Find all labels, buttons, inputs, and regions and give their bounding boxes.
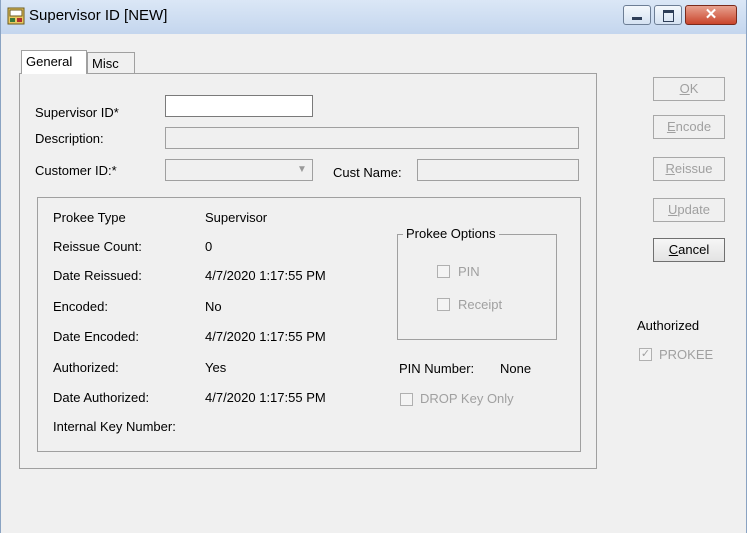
date-reissued-value: 4/7/2020 1:17:55 PM (205, 268, 326, 283)
encode-button-label: ncode (675, 119, 712, 134)
title-bar[interactable]: Supervisor ID [NEW] ✕ (1, 0, 746, 34)
pin-checkbox[interactable] (437, 265, 450, 278)
prokee-options-group (397, 234, 557, 340)
authorized-value: Yes (205, 360, 227, 375)
prokee-type-value: Supervisor (205, 210, 268, 225)
pin-number-label: PIN Number: (399, 361, 475, 376)
app-icon (7, 7, 25, 25)
tab-general[interactable]: General (21, 50, 87, 74)
update-button[interactable]: Update (653, 198, 725, 222)
prokee-checkbox[interactable]: ✓ (639, 348, 652, 361)
receipt-checkbox[interactable] (437, 298, 450, 311)
update-button-mnemonic: U (668, 202, 678, 217)
description-label: Description: (35, 131, 104, 146)
date-authorized-label: Date Authorized: (53, 390, 150, 405)
prokee-checkbox-label: PROKEE (659, 347, 714, 362)
authorized-label: Authorized: (53, 360, 119, 375)
date-encoded-label: Date Encoded: (53, 329, 140, 344)
drop-key-only-checkbox[interactable] (400, 393, 413, 406)
reissue-button[interactable]: Reissue (653, 157, 725, 181)
supervisor-id-label: Supervisor ID* (35, 105, 119, 120)
date-authorized-value: 4/7/2020 1:17:55 PM (205, 390, 326, 405)
customer-id-label: Customer ID:* (35, 163, 117, 178)
reissue-count-value: 0 (205, 239, 213, 254)
cust-name-label: Cust Name: (333, 165, 402, 180)
ok-button-mnemonic: O (679, 81, 690, 96)
description-field (165, 127, 579, 149)
cust-name-field (417, 159, 579, 181)
encoded-value: No (205, 299, 222, 314)
ok-button[interactable]: OK (653, 77, 725, 101)
authorized-section-label: Authorized (637, 318, 700, 333)
reissue-button-label: eissue (674, 161, 713, 176)
cancel-button-mnemonic: C (668, 242, 679, 257)
customer-id-combo: ▼ (165, 159, 313, 181)
drop-key-only-label: DROP Key Only (420, 391, 514, 406)
pin-number-value: None (500, 361, 532, 376)
encode-button-mnemonic: E (666, 119, 676, 134)
pin-checkbox-label: PIN (458, 264, 480, 279)
cancel-button[interactable]: Cancel (653, 238, 725, 262)
receipt-checkbox-label: Receipt (458, 297, 503, 312)
cancel-button-label: ancel (678, 242, 710, 257)
internal-key-number-label: Internal Key Number: (53, 419, 176, 434)
supervisor-id-input[interactable] (165, 95, 313, 117)
supervisor-id-window: Supervisor ID [NEW] ✕ General Misc Super… (0, 0, 747, 533)
encoded-label: Encoded: (53, 299, 108, 314)
ok-button-label: K (689, 81, 699, 96)
close-button[interactable]: ✕ (685, 5, 737, 25)
date-reissued-label: Date Reissued: (53, 268, 142, 283)
encode-button[interactable]: Encode (653, 115, 725, 139)
prokee-type-label: Prokee Type (53, 210, 126, 225)
chevron-down-icon: ▼ (297, 164, 307, 175)
window-title: Supervisor ID [NEW] (29, 7, 168, 24)
prokee-options-title: Prokee Options (403, 226, 499, 241)
date-encoded-value: 4/7/2020 1:17:55 PM (205, 329, 326, 344)
reissue-count-label: Reissue Count: (53, 239, 142, 254)
maximize-button[interactable] (654, 5, 682, 25)
close-icon: ✕ (704, 6, 718, 23)
update-button-label: pdate (677, 202, 710, 217)
tab-misc[interactable]: Misc (87, 52, 135, 74)
reissue-button-mnemonic: R (665, 161, 675, 176)
minimize-button[interactable] (623, 5, 651, 25)
